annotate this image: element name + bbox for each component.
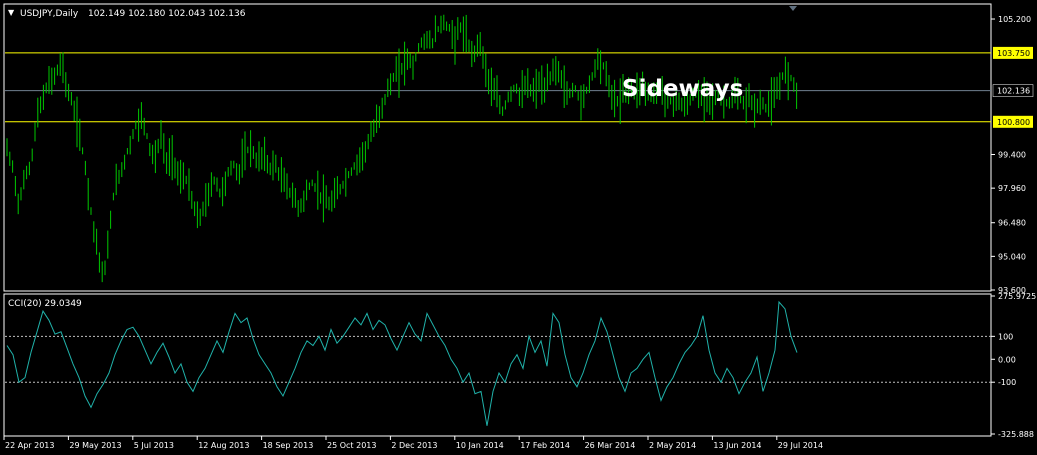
time-axis-label: 12 Aug 2013: [198, 441, 249, 450]
symbol-menu-arrow-icon[interactable]: ▼: [8, 8, 15, 17]
price-axis-label: 96.480: [998, 219, 1026, 228]
time-axis-label: 17 Feb 2014: [520, 441, 570, 450]
time-axis-label: 2 May 2014: [649, 441, 696, 450]
cci-axis-label: 0.00: [998, 355, 1016, 364]
price-axis-label: 99.400: [998, 151, 1026, 160]
time-axis-label: 29 May 2013: [69, 441, 121, 450]
time-axis-label: 25 Oct 2013: [327, 441, 376, 450]
cci-axis-label: -100: [998, 378, 1016, 387]
chart-background: [0, 0, 1037, 455]
cci-axis-label: -325.888: [998, 430, 1034, 439]
time-axis-label: 18 Sep 2013: [263, 441, 314, 450]
symbol-label: USDJPY,Daily: [20, 9, 79, 19]
level-price-label: 103.750: [997, 49, 1030, 58]
cci-axis-label: 100: [998, 332, 1013, 341]
cci-axis-label: 275.9725: [998, 292, 1036, 301]
ohlc-values: 102.149 102.180 102.043 102.136: [88, 9, 246, 19]
time-axis-label: 26 Mar 2014: [585, 441, 636, 450]
sideways-annotation: Sideways: [622, 76, 743, 102]
time-axis-label: 10 Jan 2014: [456, 441, 504, 450]
level-price-label: 100.800: [997, 118, 1030, 127]
cci-label: CCI(20) 29.0349: [8, 299, 82, 309]
time-axis-label: 29 Jul 2014: [778, 441, 823, 450]
chart-root: 103.750 100.800 102.136 105.200 99.400 97.96…: [0, 0, 1037, 455]
time-axis-label: 22 Apr 2013: [5, 441, 54, 450]
time-axis-label: 5 Jul 2013: [134, 441, 174, 450]
price-axis-label: 97.960: [998, 184, 1026, 193]
time-axis-label: 13 Jun 2014: [713, 441, 761, 450]
price-axis-label: 105.200: [998, 15, 1031, 24]
current-price-label: 102.136: [997, 87, 1030, 96]
price-axis-label: 95.040: [998, 252, 1026, 261]
time-axis-label: 2 Dec 2013: [391, 441, 437, 450]
